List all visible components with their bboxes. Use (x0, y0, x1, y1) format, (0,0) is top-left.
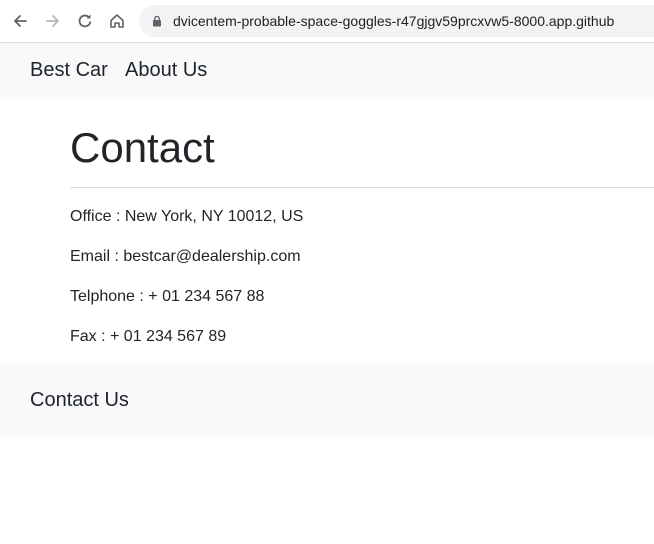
page-title: Contact (70, 124, 215, 171)
browser-toolbar: dvicentem-probable-space-goggles-r47gjgv… (0, 0, 654, 43)
forward-button[interactable] (41, 9, 65, 33)
nav-link-about-us[interactable]: About Us (125, 59, 207, 82)
footer: Contact Us (0, 364, 654, 436)
arrow-left-icon (14, 15, 27, 27)
phone-info: Telphone : + 01 234 567 88 (70, 288, 265, 305)
reload-button[interactable] (73, 9, 97, 33)
email-info: Email : bestcar@dealership.com (70, 248, 301, 265)
fax-info: Fax : + 01 234 567 89 (70, 328, 227, 345)
reload-icon (78, 14, 92, 28)
footer-contact-us-link[interactable]: Contact Us (30, 389, 129, 412)
site-navbar: Best Car About Us (0, 43, 654, 99)
url-text[interactable]: dvicentem-probable-space-goggles-r47gjgv… (173, 13, 614, 29)
office-info: Office : New York, NY 10012, US (70, 208, 304, 225)
back-button[interactable] (8, 9, 32, 33)
title-divider (70, 187, 654, 188)
home-icon (110, 14, 124, 28)
lock-icon[interactable] (152, 15, 162, 27)
home-button[interactable] (105, 9, 129, 33)
brand-link[interactable]: Best Car (30, 59, 108, 82)
arrow-right-icon (46, 15, 59, 27)
address-bar[interactable]: dvicentem-probable-space-goggles-r47gjgv… (139, 5, 654, 37)
